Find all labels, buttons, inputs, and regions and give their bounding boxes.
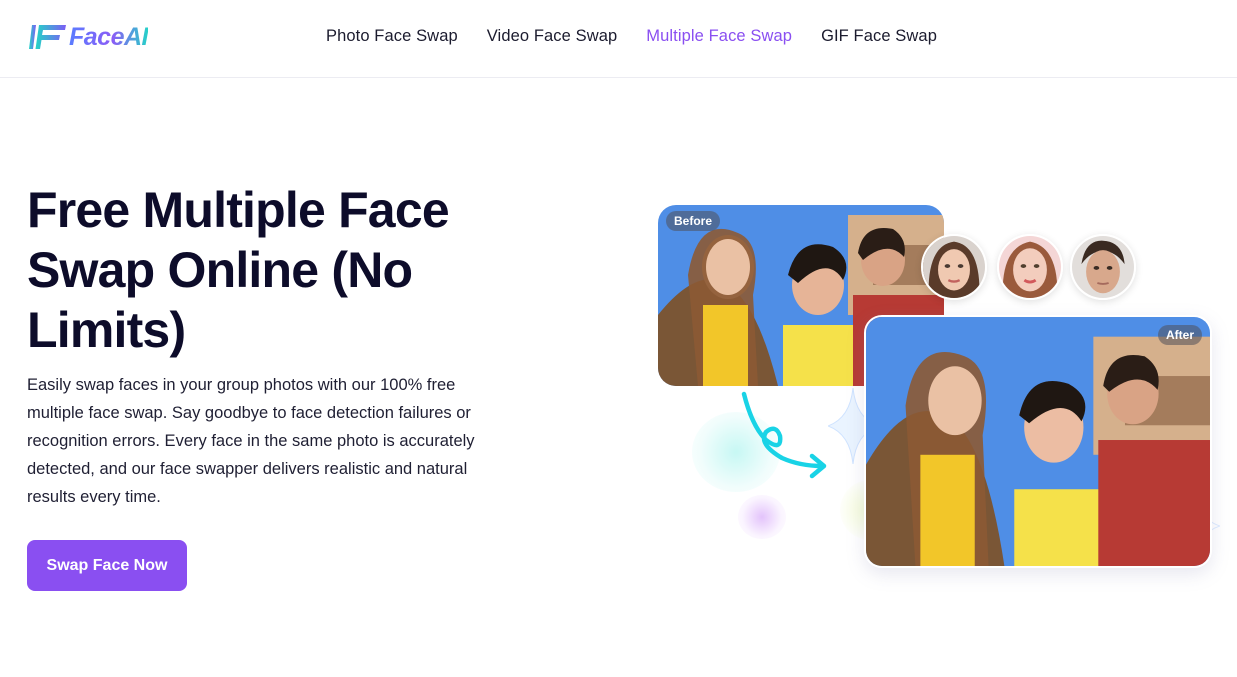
nav-gif-face-swap[interactable]: GIF Face Swap bbox=[821, 27, 937, 46]
main-nav: Photo Face Swap Video Face Swap Multiple… bbox=[326, 27, 966, 46]
face-thumbnail-3 bbox=[1070, 234, 1136, 300]
face-image bbox=[999, 236, 1061, 298]
brand-name: FaceAI bbox=[69, 22, 148, 51]
logo-mark-icon bbox=[29, 25, 66, 49]
decorative-blob bbox=[738, 495, 786, 539]
before-label: Before bbox=[666, 211, 721, 231]
nav-video-face-swap[interactable]: Video Face Swap bbox=[487, 27, 618, 46]
transform-arrow-icon bbox=[741, 391, 827, 479]
after-label: After bbox=[1157, 325, 1202, 345]
hero-description: Easily swap faces in your group photos w… bbox=[27, 376, 475, 506]
face-thumbnail-1 bbox=[921, 234, 987, 300]
after-photo: After bbox=[864, 315, 1212, 568]
before-after-illustration: Before After bbox=[640, 190, 1237, 590]
group-photo-swapped-image bbox=[866, 317, 1210, 566]
face-image bbox=[923, 236, 985, 298]
swap-face-now-button[interactable]: Swap Face Now bbox=[27, 540, 187, 591]
face-thumbnail-2 bbox=[997, 234, 1063, 300]
site-header: FaceAI Photo Face Swap Video Face Swap M… bbox=[0, 0, 1237, 78]
nav-photo-face-swap[interactable]: Photo Face Swap bbox=[326, 27, 458, 46]
hero-title: Free Multiple Face Swap Online (No Limit… bbox=[27, 182, 450, 358]
nav-multiple-face-swap[interactable]: Multiple Face Swap bbox=[646, 27, 792, 46]
face-image bbox=[1072, 236, 1134, 298]
faceai-logo[interactable]: FaceAI bbox=[28, 18, 148, 56]
